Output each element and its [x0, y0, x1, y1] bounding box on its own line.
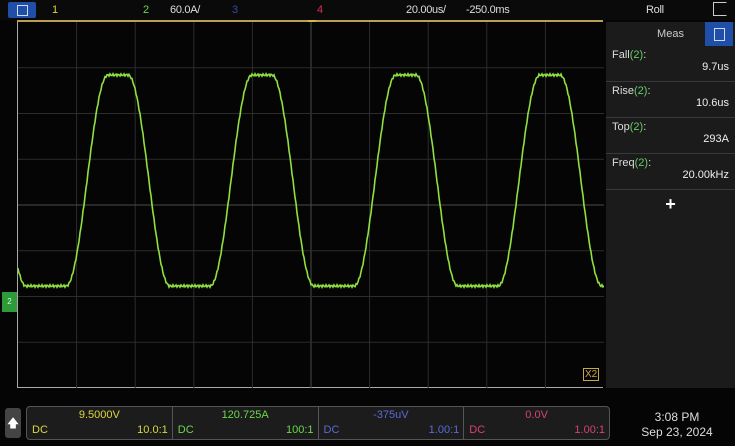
meas-menu-icon[interactable] [705, 22, 733, 46]
channel-coupling: DC [323, 424, 340, 436]
measurement-item[interactable]: Fall(2): 9.7us [606, 46, 735, 82]
channel-bar: 9.5000V DC 10.0:1 120.725A DC 100:1 -375… [26, 406, 610, 440]
ch2-ground-marker[interactable]: 2 [2, 292, 17, 312]
meas-channel: (2) [634, 85, 648, 97]
channel-probe: 10.0:1 [137, 424, 168, 436]
measurement-item[interactable]: Rise(2): 10.6us [606, 82, 735, 118]
arrow-up-icon[interactable]: 🡅 [5, 408, 21, 438]
meas-value: 10.6us [695, 97, 729, 109]
channel-offset: 0.0V [525, 409, 548, 421]
meas-name: Rise [612, 85, 635, 97]
time: 3:08 PM [654, 410, 700, 424]
meas-name: Fall [612, 49, 630, 61]
timebase[interactable]: 20.00us/ [406, 4, 446, 16]
ch2-scale[interactable]: 60.0A/ [170, 4, 200, 16]
date: Sep 23, 2024 [641, 425, 713, 439]
meas-value: 9.7us [702, 61, 729, 73]
channel-4-box[interactable]: 0.0V DC 1.00:1 [464, 407, 609, 439]
channel-1-box[interactable]: 9.5000V DC 10.0:1 [27, 407, 173, 439]
measurement-item[interactable]: Freq(2): 20.00kHz [606, 154, 735, 190]
channel-offset: 120.725A [221, 409, 269, 421]
meas-title: Meas [657, 28, 684, 40]
meas-value: 293A [703, 133, 729, 145]
ch1-label[interactable]: 1 [52, 4, 58, 16]
ch3-label[interactable]: 3 [232, 4, 238, 16]
meas-colon: : [643, 121, 647, 133]
channel-coupling: DC [469, 424, 486, 436]
zoom-marker[interactable]: X2 [583, 368, 600, 381]
channel-offset: -375uV [373, 409, 409, 421]
meas-channel: (2) [634, 157, 649, 169]
meas-colon: : [647, 85, 651, 97]
ch2-label[interactable]: 2 [143, 4, 149, 16]
channel-3-box[interactable]: -375uV DC 1.00:1 [319, 407, 465, 439]
channel-probe: 1.00:1 [428, 424, 460, 436]
acq-mode[interactable]: Roll [646, 4, 664, 16]
zoom-box-icon[interactable] [713, 2, 727, 16]
meas-name: Top [612, 121, 630, 133]
channel-coupling: DC [32, 424, 48, 436]
channel-probe: 1.00:1 [574, 424, 605, 436]
bottom-bar: 🡅 9.5000V DC 10.0:1 120.725A DC 100:1 -3… [0, 392, 735, 446]
meas-channel: (2) [629, 121, 644, 133]
waveform-display[interactable] [17, 22, 605, 388]
channel-coupling: DC [177, 424, 194, 436]
meas-value: 20.00kHz [682, 169, 729, 181]
measurement-item[interactable]: Top(2): 293A [606, 118, 735, 154]
meas-colon: : [643, 49, 647, 61]
meas-channel: (2) [629, 49, 644, 61]
top-bar: 1 2 60.0A/ 3 4 20.00us/ -250.0ms Roll [0, 0, 735, 20]
ch4-label[interactable]: 4 [317, 4, 323, 16]
delay[interactable]: -250.0ms [466, 4, 510, 16]
menu-icon[interactable] [8, 2, 36, 18]
meas-name: Freq [612, 157, 635, 169]
graticule [17, 22, 605, 388]
measurement-panel: Meas Fall(2): 9.7us Rise(2): 10.6us Top(… [606, 22, 735, 388]
channel-2-box[interactable]: 120.725A DC 100:1 [173, 407, 319, 439]
add-measurement-button[interactable]: + [606, 194, 735, 215]
channel-offset: 9.5000V [78, 409, 120, 421]
clock: 3:08 PM Sep 23, 2024 [622, 410, 732, 440]
meas-colon: : [648, 157, 652, 169]
channel-probe: 100:1 [285, 424, 314, 436]
